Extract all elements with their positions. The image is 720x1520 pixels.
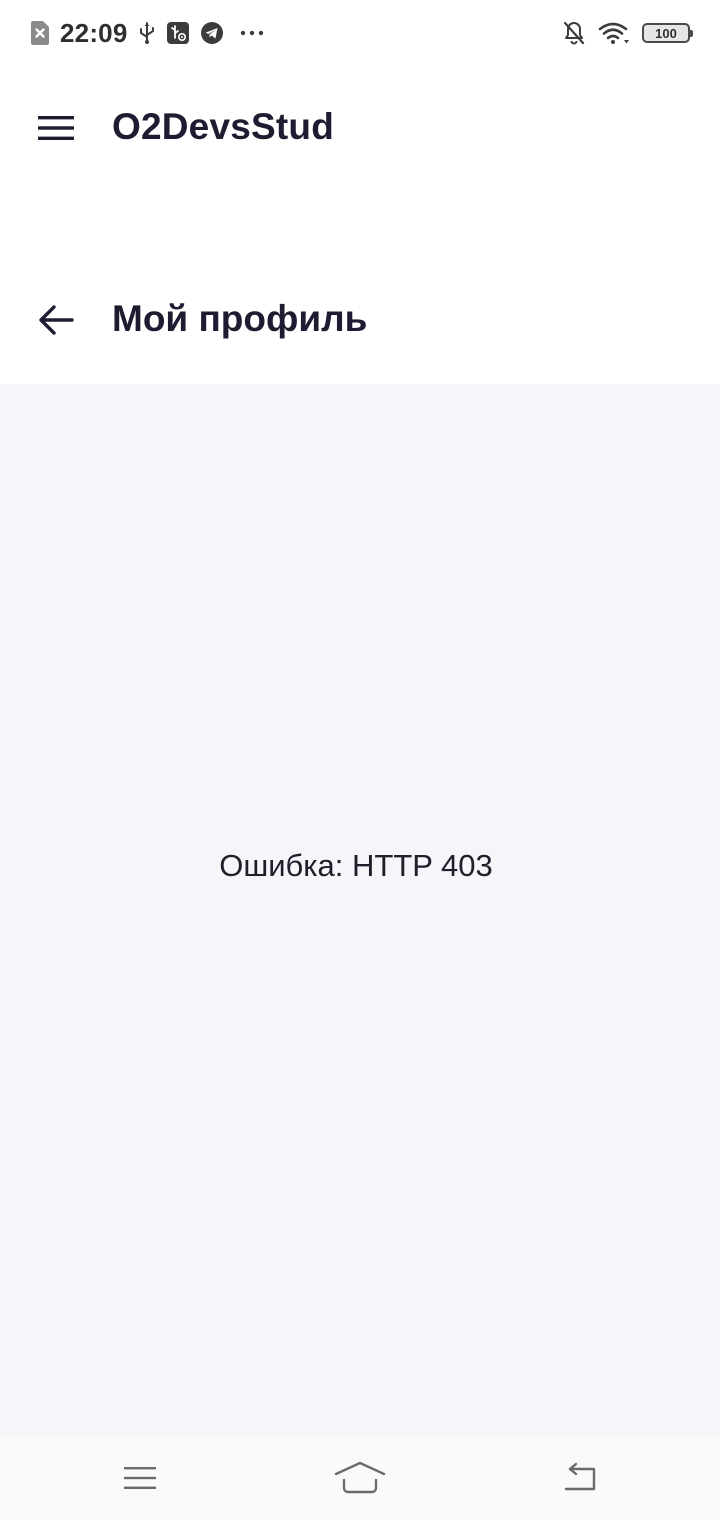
- menu-button[interactable]: [26, 100, 86, 156]
- content-area: Ошибка: HTTP 403: [0, 384, 720, 1436]
- error-message: Ошибка: HTTP 403: [219, 848, 493, 883]
- usb-icon: [138, 21, 156, 45]
- back-button[interactable]: [28, 294, 84, 346]
- app-title: O2DevsStud: [112, 106, 335, 147]
- home-icon: [334, 1461, 386, 1494]
- usb-debug-icon: [166, 21, 190, 45]
- page-title: Мой профиль: [112, 298, 368, 339]
- sub-header: Мой профиль: [0, 194, 720, 384]
- system-back-button[interactable]: [545, 1454, 615, 1502]
- bell-off-icon: [562, 20, 586, 46]
- status-bar: 22:09 100: [0, 0, 720, 64]
- sim-card-x-icon: [30, 20, 50, 46]
- recents-icon: [124, 1467, 156, 1489]
- wifi-icon: [598, 21, 630, 45]
- navigation-bar: [0, 1436, 720, 1520]
- home-button[interactable]: [325, 1454, 395, 1502]
- battery-level: 100: [655, 25, 677, 41]
- back-icon: [564, 1462, 596, 1491]
- status-time: 22:09: [60, 17, 128, 48]
- telegram-icon: [200, 21, 224, 45]
- screen: 22:09 100 O2DevsStud Мой профиль Ошибка:…: [0, 0, 720, 1520]
- arrow-left-icon: [39, 305, 74, 335]
- status-bar-left: 22:09: [30, 16, 264, 50]
- battery-icon: 100: [642, 23, 693, 43]
- recents-button[interactable]: [105, 1454, 175, 1502]
- app-bar: O2DevsStud: [0, 64, 720, 194]
- hamburger-menu-icon: [38, 116, 74, 140]
- status-bar-right: 100: [562, 14, 693, 52]
- more-dots-icon: [240, 29, 264, 37]
